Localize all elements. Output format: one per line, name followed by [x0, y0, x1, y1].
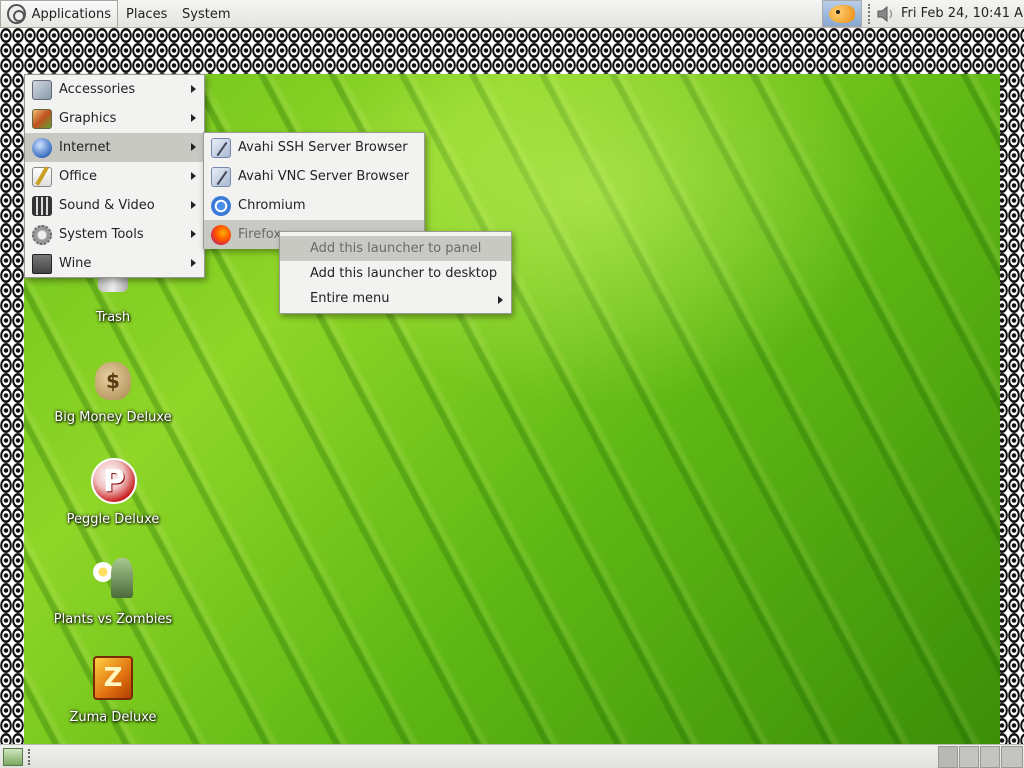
submenu-arrow-icon: [191, 259, 196, 267]
menu-item-label: Accessories: [59, 82, 136, 97]
applications-menu: Accessories Graphics Internet Office Sou…: [24, 74, 205, 278]
desktop-icon-label: Zuma Deluxe: [69, 710, 157, 725]
launcher-context-menu: Add this launcher to panel Add this laun…: [279, 231, 512, 314]
menu-item-label: Wine: [59, 256, 92, 271]
menu-item-chromium[interactable]: Chromium: [204, 191, 424, 220]
menu-item-avahi-vnc[interactable]: Avahi VNC Server Browser: [204, 162, 424, 191]
menu-item-label: Firefox: [238, 227, 282, 242]
system-menu-button[interactable]: System: [176, 0, 238, 28]
entire-menu-item[interactable]: Entire menu: [280, 286, 511, 311]
fish-icon: [829, 4, 855, 23]
menu-item-label: Entire menu: [310, 291, 390, 306]
applications-logo-icon: [7, 4, 26, 24]
workspace-switcher-3[interactable]: [980, 746, 1000, 768]
menu-item-label: Office: [59, 169, 97, 184]
accessories-icon: [31, 79, 53, 101]
menu-item-accessories[interactable]: Accessories: [25, 75, 204, 104]
zuma-icon: Z: [91, 656, 135, 706]
wine-icon: [31, 253, 53, 275]
desktop-icon-big-money[interactable]: $ Big Money Deluxe: [53, 362, 173, 425]
top-panel: Applications Places System Fri Feb 24, 1…: [0, 0, 1024, 28]
graphics-icon: [31, 108, 53, 130]
sound-video-icon: [31, 195, 53, 217]
desktop-icon-label: Plants vs Zombies: [53, 612, 173, 627]
desktop-icon-label: Big Money Deluxe: [54, 410, 172, 425]
workspace-switcher-1[interactable]: [938, 746, 958, 768]
menu-item-label: Avahi VNC Server Browser: [238, 169, 410, 184]
places-label: Places: [126, 6, 168, 22]
menu-item-avahi-ssh[interactable]: Avahi SSH Server Browser: [204, 133, 424, 162]
peggle-icon: P: [91, 458, 137, 508]
menu-item-system-tools[interactable]: System Tools: [25, 220, 204, 249]
firefox-icon: [210, 224, 232, 246]
menu-item-graphics[interactable]: Graphics: [25, 104, 204, 133]
volume-icon[interactable]: [876, 5, 896, 23]
workspace-switcher-4[interactable]: [1001, 746, 1023, 768]
menu-item-label: Graphics: [59, 111, 117, 126]
submenu-arrow-icon: [191, 114, 196, 122]
workspace-switcher-2[interactable]: [959, 746, 979, 768]
show-desktop-icon[interactable]: [3, 748, 23, 766]
desktop-icon-label: Peggle Deluxe: [66, 512, 160, 527]
menu-item-label: Chromium: [238, 198, 306, 213]
big-money-icon: $: [91, 362, 135, 406]
clock[interactable]: Fri Feb 24, 10:41 AM: [901, 0, 1024, 28]
system-label: System: [182, 6, 231, 22]
submenu-arrow-icon: [191, 201, 196, 209]
menu-item-label: Avahi SSH Server Browser: [238, 140, 408, 155]
avahi-icon: [210, 137, 232, 159]
chromium-icon: [210, 195, 232, 217]
desktop-icon-label: Trash: [95, 310, 131, 325]
submenu-arrow-icon: [191, 172, 196, 180]
internet-icon: [31, 137, 53, 159]
submenu-arrow-icon: [191, 230, 196, 238]
menu-item-label: System Tools: [59, 227, 144, 242]
places-menu-button[interactable]: Places: [120, 0, 176, 28]
add-launcher-to-desktop-item[interactable]: Add this launcher to desktop: [280, 261, 511, 286]
submenu-arrow-icon: [191, 85, 196, 93]
desktop-icon-plants-vs-zombies[interactable]: Plants vs Zombies: [53, 558, 173, 627]
panel-handle[interactable]: [868, 4, 874, 24]
submenu-arrow-icon: [191, 143, 196, 151]
menu-item-label: Sound & Video: [59, 198, 155, 213]
plants-vs-zombies-icon: [91, 558, 135, 608]
add-launcher-to-panel-item[interactable]: Add this launcher to panel: [280, 236, 511, 261]
applications-menu-button[interactable]: Applications: [0, 0, 118, 28]
desktop-icon-zuma[interactable]: Z Zuma Deluxe: [53, 656, 173, 725]
submenu-arrow-icon: [498, 296, 503, 304]
menu-item-label: Add this launcher to desktop: [310, 266, 498, 281]
office-icon: [31, 166, 53, 188]
panel-handle[interactable]: [28, 749, 32, 765]
menu-item-sound-video[interactable]: Sound & Video: [25, 191, 204, 220]
menu-item-internet[interactable]: Internet: [25, 133, 204, 162]
fish-applet-button[interactable]: [822, 0, 862, 27]
menu-item-label: Internet: [59, 140, 111, 155]
menu-item-wine[interactable]: Wine: [25, 249, 204, 278]
menu-item-office[interactable]: Office: [25, 162, 204, 191]
desktop-icon-peggle[interactable]: P Peggle Deluxe: [53, 458, 173, 527]
avahi-icon: [210, 166, 232, 188]
bottom-panel: [0, 744, 1024, 768]
menu-item-label: Add this launcher to panel: [310, 241, 482, 256]
system-tools-icon: [31, 224, 53, 246]
applications-label: Applications: [31, 6, 111, 22]
